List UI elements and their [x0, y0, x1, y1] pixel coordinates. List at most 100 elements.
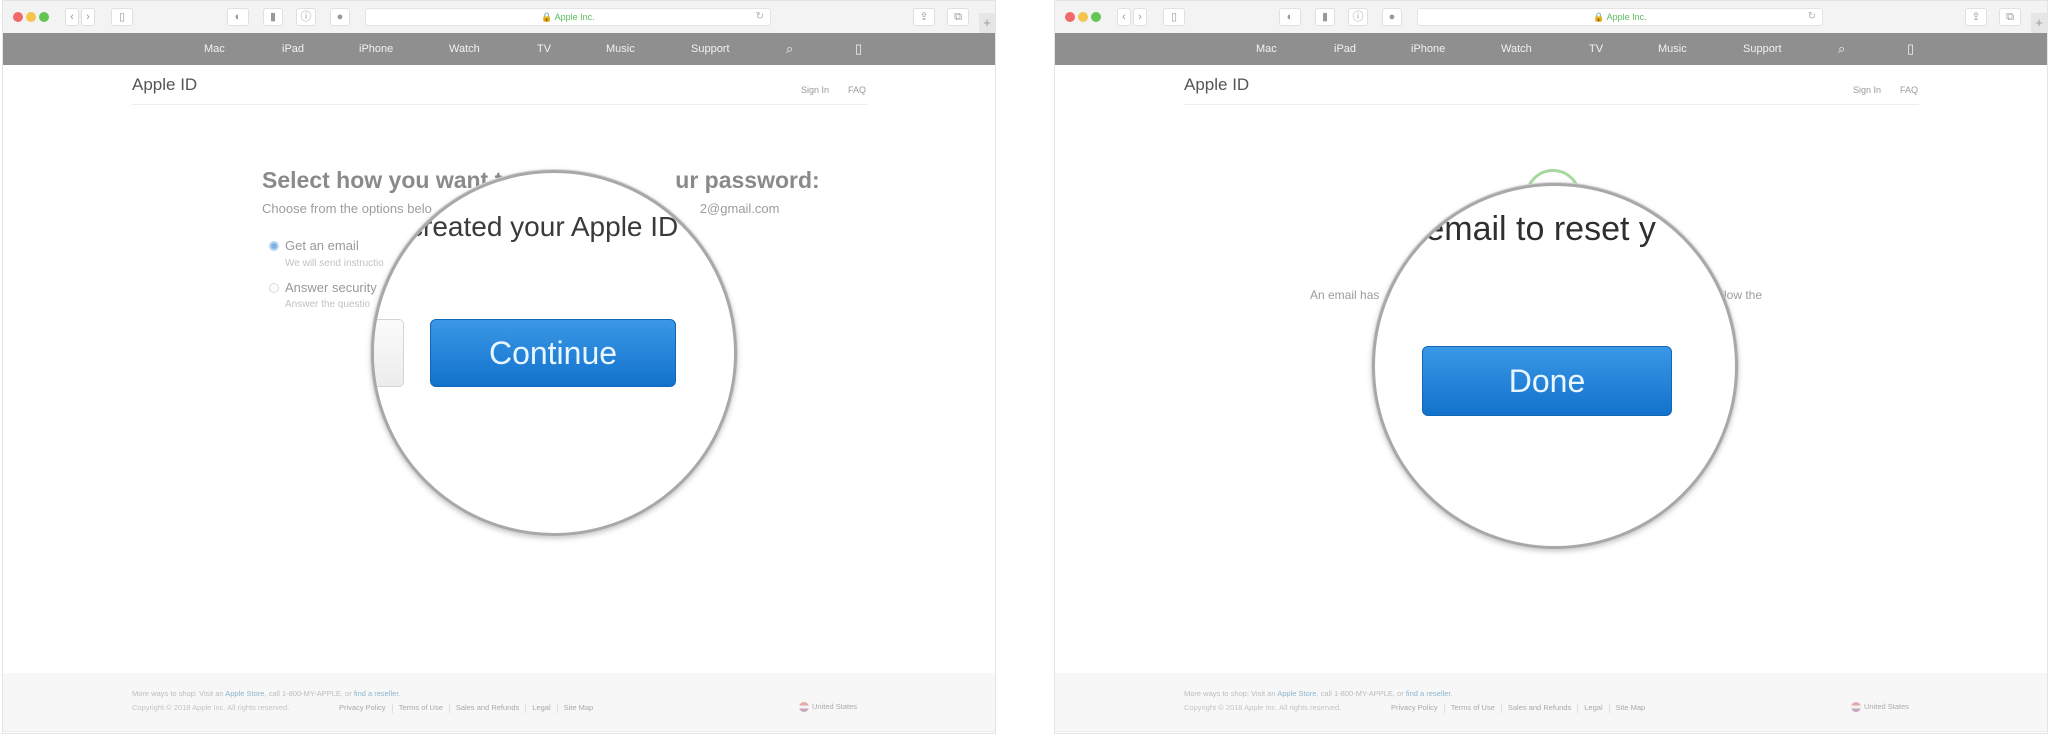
sidebar-icon[interactable]: ▯: [111, 8, 133, 26]
cancel-button[interactable]: [374, 319, 404, 387]
info-icon[interactable]: ⓘ: [296, 8, 316, 26]
radio-security-questions[interactable]: [269, 283, 279, 293]
privacy-policy-link[interactable]: Privacy Policy: [1391, 703, 1438, 712]
nav-item-music[interactable]: Music: [1658, 33, 1687, 65]
reload-icon[interactable]: ↻: [1808, 9, 1816, 25]
browser-toolbar: ‹ › ▯ ◐ ▮ ⓘ ● 🔒 Apple Inc. ↻ ⇪ ⧉ +: [3, 1, 995, 34]
page-footer: More ways to shop: Visit an Apple Store,…: [1055, 673, 2047, 732]
us-flag-icon: [799, 702, 809, 713]
nav-item-iphone[interactable]: iPhone: [1411, 33, 1445, 65]
find-reseller-link[interactable]: find a reseller: [1406, 689, 1451, 698]
search-icon[interactable]: ⌕: [1838, 33, 1845, 65]
legal-link[interactable]: Legal: [532, 703, 550, 712]
ghostery-icon[interactable]: ▮: [1315, 8, 1335, 26]
bag-icon[interactable]: ▯: [1907, 33, 1914, 65]
copyright: Copyright © 2018 Apple Inc. All rights r…: [132, 703, 290, 712]
toggle-icon[interactable]: ◐: [227, 8, 249, 26]
minimize-window-button[interactable]: [26, 12, 36, 22]
site-map-link[interactable]: Site Map: [564, 703, 594, 712]
us-flag-icon: [1851, 702, 1861, 713]
apple-global-nav: Mac iPad iPhone Watch TV Music Support ⌕…: [1055, 33, 2047, 65]
grammarly-icon[interactable]: ●: [1382, 8, 1402, 26]
nav-item-support[interactable]: Support: [1743, 33, 1782, 65]
find-reseller-link[interactable]: find a reseller: [354, 689, 399, 698]
share-icon[interactable]: ⇪: [1965, 8, 1987, 26]
sign-in-link[interactable]: Sign In: [801, 85, 829, 95]
option-desc-email: We will send instructio: [285, 258, 384, 269]
back-icon[interactable]: ‹: [65, 8, 79, 26]
toggle-icon[interactable]: ◐: [1279, 8, 1301, 26]
nav-item-music[interactable]: Music: [606, 33, 635, 65]
nav-item-ipad[interactable]: iPad: [1334, 33, 1356, 65]
forward-icon[interactable]: ›: [1133, 8, 1147, 26]
magnifier-lens: created your Apple ID Continue: [371, 170, 737, 536]
nav-item-watch[interactable]: Watch: [1501, 33, 1532, 65]
footer-shop-text: More ways to shop: Visit an Apple Store,…: [132, 689, 401, 698]
apple-store-link[interactable]: Apple Store: [225, 689, 264, 698]
faq-link[interactable]: FAQ: [848, 85, 866, 95]
terms-of-use-link[interactable]: Terms of Use: [1451, 703, 1495, 712]
sales-refunds-link[interactable]: Sales and Refunds: [456, 703, 519, 712]
address-bar[interactable]: 🔒 Apple Inc. ↻: [1417, 8, 1823, 26]
sidebar-icon[interactable]: ▯: [1163, 8, 1185, 26]
address-text: Apple Inc.: [554, 12, 595, 22]
page-title: Apple ID: [132, 75, 198, 94]
close-window-button[interactable]: [1065, 12, 1075, 22]
page-footer: More ways to shop: Visit an Apple Store,…: [3, 673, 995, 732]
lock-icon: 🔒: [541, 12, 553, 22]
continue-button[interactable]: Continue: [430, 319, 676, 387]
apple-global-nav: Mac iPad iPhone Watch TV Music Support ⌕…: [3, 33, 995, 65]
privacy-policy-link[interactable]: Privacy Policy: [339, 703, 386, 712]
new-tab-icon[interactable]: +: [2031, 13, 2047, 33]
faq-link[interactable]: FAQ: [1900, 85, 1918, 95]
forward-icon[interactable]: ›: [81, 8, 95, 26]
address-bar[interactable]: 🔒 Apple Inc. ↻: [365, 8, 771, 26]
nav-item-tv[interactable]: TV: [1589, 33, 1603, 65]
address-text: Apple Inc.: [1606, 12, 1647, 22]
header-divider: [1184, 104, 1919, 105]
done-button[interactable]: Done: [1422, 346, 1672, 416]
tabs-icon[interactable]: ⧉: [947, 8, 969, 26]
legal-link[interactable]: Legal: [1584, 703, 1602, 712]
option-label-email: Get an email: [285, 238, 359, 253]
zoom-window-button[interactable]: [1091, 12, 1101, 22]
sign-in-link[interactable]: Sign In: [1853, 85, 1881, 95]
option-desc-security: Answer the questio: [285, 299, 371, 310]
page-title: Apple ID: [1184, 75, 1250, 94]
nav-item-mac[interactable]: Mac: [1256, 33, 1277, 65]
nav-item-watch[interactable]: Watch: [449, 33, 480, 65]
ghostery-icon[interactable]: ▮: [263, 8, 283, 26]
info-icon[interactable]: ⓘ: [1348, 8, 1368, 26]
country-selector[interactable]: United States: [799, 702, 857, 713]
zoom-window-button[interactable]: [39, 12, 49, 22]
nav-item-support[interactable]: Support: [691, 33, 730, 65]
apple-store-link[interactable]: Apple Store: [1277, 689, 1316, 698]
minimize-window-button[interactable]: [1078, 12, 1088, 22]
email-sent-text-left: An email has: [1310, 288, 1380, 302]
sales-refunds-link[interactable]: Sales and Refunds: [1508, 703, 1571, 712]
share-icon[interactable]: ⇪: [913, 8, 935, 26]
browser-window-left: ‹ › ▯ ◐ ▮ ⓘ ● 🔒 Apple Inc. ↻ ⇪ ⧉ + Mac i…: [2, 0, 996, 734]
bag-icon[interactable]: ▯: [855, 33, 862, 65]
browser-toolbar: ‹ › ▯ ◐ ▮ ⓘ ● 🔒 Apple Inc. ↻ ⇪ ⧉ +: [1055, 1, 2047, 34]
country-selector[interactable]: United States: [1851, 702, 1909, 713]
footer-links: Privacy Policy Terms of Use Sales and Refu…: [1391, 703, 1645, 713]
new-tab-icon[interactable]: +: [979, 13, 995, 33]
search-icon[interactable]: ⌕: [786, 33, 793, 65]
browser-window-right: ‹ › ▯ ◐ ▮ ⓘ ● 🔒 Apple Inc. ↻ ⇪ ⧉ + Mac i…: [1054, 0, 2048, 734]
radio-get-email[interactable]: [269, 241, 279, 251]
magnified-heading: created your Apple ID: [409, 211, 679, 242]
grammarly-icon[interactable]: ●: [330, 8, 350, 26]
back-icon[interactable]: ‹: [1117, 8, 1131, 26]
nav-item-ipad[interactable]: iPad: [282, 33, 304, 65]
header-divider: [132, 104, 867, 105]
reload-icon[interactable]: ↻: [756, 9, 764, 25]
nav-item-tv[interactable]: TV: [537, 33, 551, 65]
lock-icon: 🔒: [1593, 12, 1605, 22]
tabs-icon[interactable]: ⧉: [1999, 8, 2021, 26]
nav-item-mac[interactable]: Mac: [204, 33, 225, 65]
site-map-link[interactable]: Site Map: [1616, 703, 1646, 712]
nav-item-iphone[interactable]: iPhone: [359, 33, 393, 65]
close-window-button[interactable]: [13, 12, 23, 22]
terms-of-use-link[interactable]: Terms of Use: [399, 703, 443, 712]
